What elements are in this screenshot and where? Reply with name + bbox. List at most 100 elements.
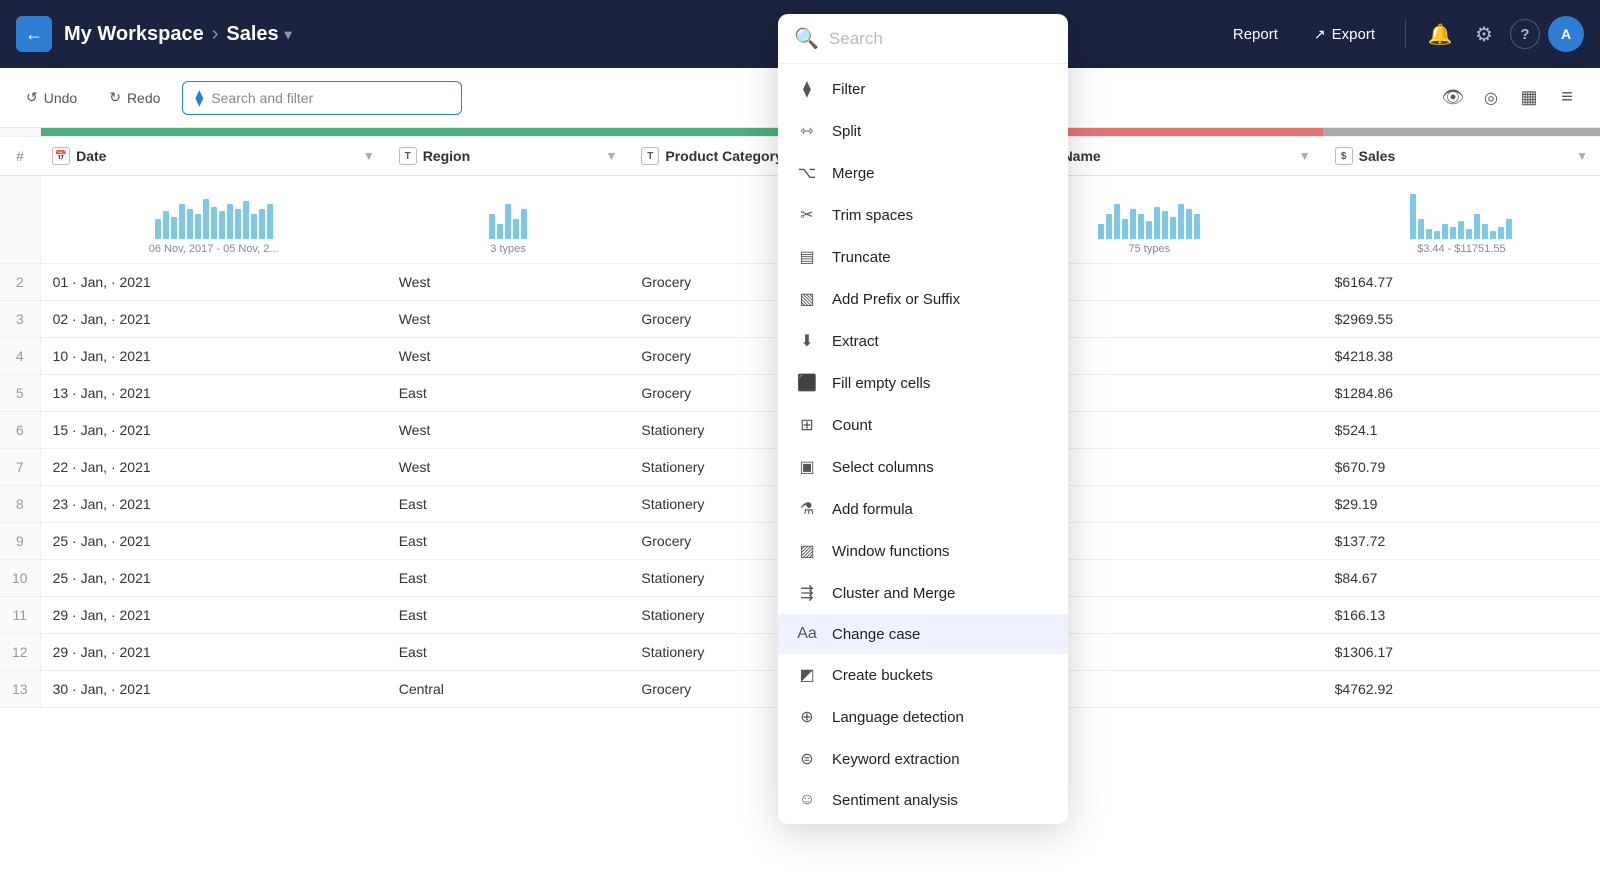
menu-item-sentiment-analysis[interactable]: ☺ Sentiment analysis: [778, 780, 1068, 820]
menu-item-prefix-suffix[interactable]: ▧ Add Prefix or Suffix: [778, 278, 1068, 320]
menu-item-window-functions[interactable]: ▨ Window functions: [778, 530, 1068, 572]
avatar[interactable]: A: [1548, 16, 1584, 52]
menu-item-split[interactable]: ⇿ Split: [778, 110, 1068, 152]
export-icon: ↗: [1314, 26, 1326, 43]
sort-icon: ▼: [1299, 149, 1311, 163]
target-icon[interactable]: ◎: [1474, 81, 1508, 115]
redo-button[interactable]: ↻ Redo: [99, 83, 170, 112]
row-number: 7: [0, 449, 40, 486]
change-case-icon: Aa: [796, 625, 818, 643]
date-sparkline: 06 Nov, 2017 - 05 Nov, 2...: [40, 176, 387, 264]
bell-icon[interactable]: 🔔: [1422, 16, 1458, 52]
select-columns-label: Select columns: [832, 459, 934, 476]
extract-icon: ⬇: [796, 331, 818, 351]
menu-item-filter[interactable]: ⧫ Filter: [778, 68, 1068, 110]
customer-summary-label: 75 types: [1129, 243, 1171, 255]
product-header-label: Product Category: [665, 148, 782, 164]
search-input[interactable]: [829, 29, 1052, 49]
region-cell: East: [387, 523, 630, 560]
sales-cell: $6164.77: [1323, 264, 1600, 301]
project-label[interactable]: Sales ▾: [226, 23, 291, 46]
undo-button[interactable]: ↺ Undo: [16, 83, 87, 112]
sort-icon: ▼: [363, 149, 375, 163]
prefix-suffix-icon: ▧: [796, 289, 818, 309]
chart-icon[interactable]: ▦: [1512, 81, 1546, 115]
sales-cell: $137.72: [1323, 523, 1600, 560]
menu-item-select-columns[interactable]: ▣ Select columns: [778, 446, 1068, 488]
sales-column-header[interactable]: $ Sales ▼: [1323, 137, 1600, 176]
language-detection-label: Language detection: [832, 709, 964, 726]
sort-icon: ▼: [605, 149, 617, 163]
menu-item-truncate[interactable]: ▤ Truncate: [778, 236, 1068, 278]
row-number: 13: [0, 671, 40, 708]
sales-sparkline: $3.44 - $11751.55: [1323, 176, 1600, 264]
add-formula-icon: ⚗: [796, 499, 818, 519]
split-label: Split: [832, 123, 861, 140]
sentiment-analysis-icon: ☺: [796, 791, 818, 809]
truncate-label: Truncate: [832, 249, 891, 266]
count-icon: ⊞: [796, 415, 818, 435]
menu-item-keyword-extraction[interactable]: ⊜ Keyword extraction: [778, 738, 1068, 780]
menu-item-extract[interactable]: ⬇ Extract: [778, 320, 1068, 362]
region-cell: East: [387, 486, 630, 523]
search-filter-bar[interactable]: ⧫ Search and filter: [182, 81, 462, 115]
region-summary-label: 3 types: [490, 243, 525, 255]
menu-item-change-case[interactable]: Aa Change case: [778, 614, 1068, 654]
region-cell: West: [387, 449, 630, 486]
menu-item-count[interactable]: ⊞ Count: [778, 404, 1068, 446]
menu-item-language-detection[interactable]: ⊕ Language detection: [778, 696, 1068, 738]
date-column-header[interactable]: 📅 Date ▼: [40, 137, 387, 176]
row-number: 6: [0, 412, 40, 449]
region-cell: West: [387, 301, 630, 338]
sales-cell: $29.19: [1323, 486, 1600, 523]
sales-cell: $524.1: [1323, 412, 1600, 449]
row-number: 10: [0, 560, 40, 597]
region-sparkline: 3 types: [387, 176, 630, 264]
region-cell: West: [387, 412, 630, 449]
date-cell: 23 · Jan, · 2021: [40, 486, 387, 523]
date-cell: 15 · Jan, · 2021: [40, 412, 387, 449]
row-number: 12: [0, 634, 40, 671]
sales-cell: $670.79: [1323, 449, 1600, 486]
menu-search-box[interactable]: 🔍: [778, 14, 1068, 64]
report-button[interactable]: Report: [1219, 20, 1292, 49]
merge-label: Merge: [832, 165, 875, 182]
gear-icon[interactable]: ⚙: [1466, 16, 1502, 52]
date-cell: 02 · Jan, · 2021: [40, 301, 387, 338]
truncate-icon: ▤: [796, 247, 818, 267]
window-functions-label: Window functions: [832, 543, 950, 560]
header-actions: Report ↗ Export 🔔 ⚙ ? A: [1219, 16, 1584, 52]
cluster-merge-icon: ⇶: [796, 583, 818, 603]
row-number: 4: [0, 338, 40, 375]
create-buckets-label: Create buckets: [832, 667, 933, 684]
date-cell: 30 · Jan, · 2021: [40, 671, 387, 708]
menu-item-fill-empty[interactable]: ⬛ Fill empty cells: [778, 362, 1068, 404]
cluster-merge-label: Cluster and Merge: [832, 585, 955, 602]
date-cell: 29 · Jan, · 2021: [40, 597, 387, 634]
sales-cell: $4762.92: [1323, 671, 1600, 708]
export-button[interactable]: ↗ Export: [1300, 20, 1389, 49]
back-button[interactable]: ←: [16, 16, 52, 52]
count-label: Count: [832, 417, 872, 434]
help-icon[interactable]: ?: [1510, 19, 1540, 49]
view-icon[interactable]: 👁: [1436, 81, 1470, 115]
menu-item-create-buckets[interactable]: ◩ Create buckets: [778, 654, 1068, 696]
date-cell: 10 · Jan, · 2021: [40, 338, 387, 375]
menu-item-add-formula[interactable]: ⚗ Add formula: [778, 488, 1068, 530]
menu-item-merge[interactable]: ⌥ Merge: [778, 152, 1068, 194]
trim-label: Trim spaces: [832, 207, 913, 224]
date-type-icon: 📅: [52, 147, 70, 165]
keyword-extraction-icon: ⊜: [796, 749, 818, 769]
sales-range-label: $3.44 - $11751.55: [1417, 243, 1505, 255]
menu-item-trim[interactable]: ✂ Trim spaces: [778, 194, 1068, 236]
region-column-header[interactable]: T Region ▼: [387, 137, 630, 176]
prefix-suffix-label: Add Prefix or Suffix: [832, 291, 960, 308]
create-buckets-icon: ◩: [796, 665, 818, 685]
sales-cell: $84.67: [1323, 560, 1600, 597]
menu-item-cluster-merge[interactable]: ⇶ Cluster and Merge: [778, 572, 1068, 614]
date-cell: 29 · Jan, · 2021: [40, 634, 387, 671]
window-functions-icon: ▨: [796, 541, 818, 561]
redo-icon: ↻: [109, 89, 121, 106]
menu-icon[interactable]: ≡: [1550, 81, 1584, 115]
row-number: 8: [0, 486, 40, 523]
